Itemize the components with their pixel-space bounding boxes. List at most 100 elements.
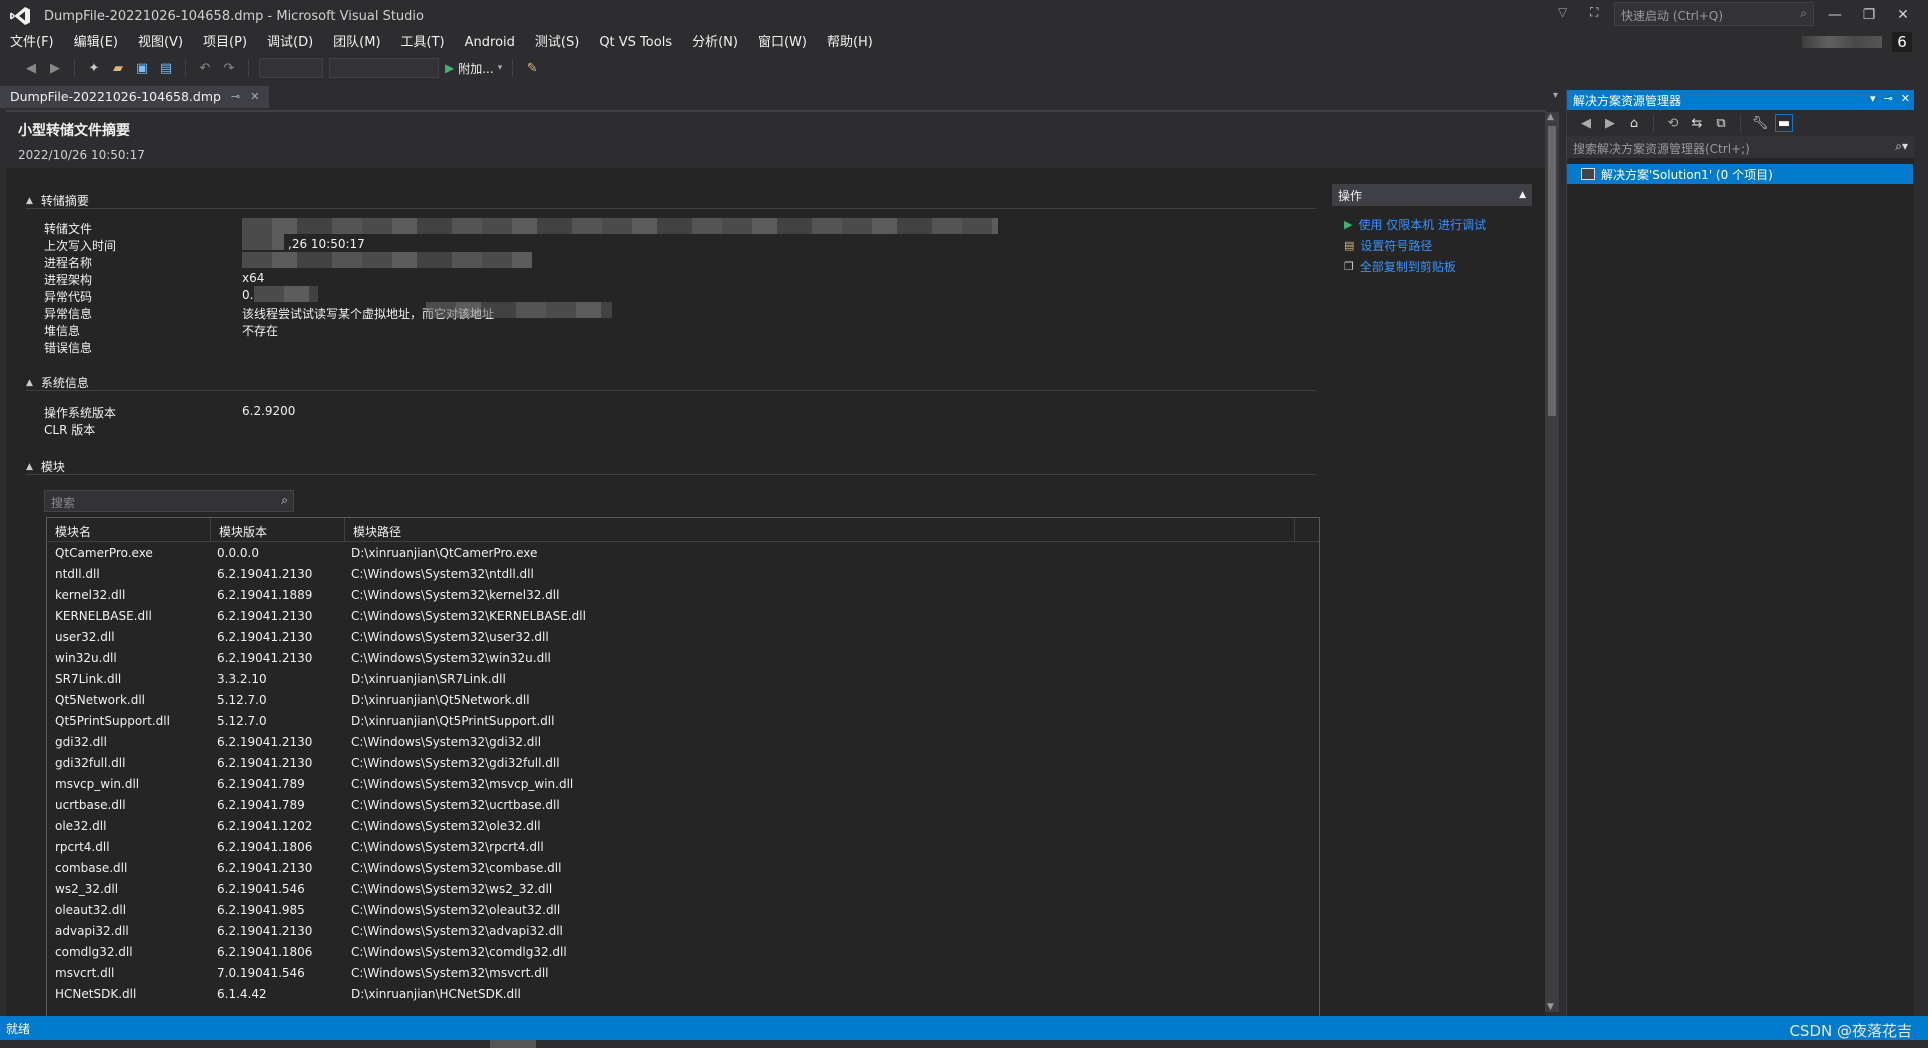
table-row[interactable]: rpcrt4.dll 6.2.19041.1806 C:\Windows\Syste…	[47, 836, 1319, 857]
cell-module-name: Qt5PrintSupport.dll	[55, 713, 170, 728]
section-dump-summary[interactable]: ▲ 转储摘要	[26, 192, 89, 209]
menu-team[interactable]: 团队(M)	[327, 32, 386, 54]
label-os-version: 操作系统版本	[44, 406, 117, 420]
solution-node[interactable]: 解决方案'Solution1' (0 个项目)	[1567, 164, 1913, 184]
pin-icon[interactable]: ⊸	[1884, 92, 1893, 105]
search-icon[interactable]: ⌕	[1800, 6, 1807, 21]
menu-tools[interactable]: 工具(T)	[395, 32, 451, 54]
configuration-combo[interactable]	[259, 58, 323, 78]
toolbar-separator	[1653, 114, 1654, 132]
table-row[interactable]: Qt5Network.dll 5.12.7.0 D:\xinruanjian\Qt5…	[47, 689, 1319, 710]
menu-android[interactable]: Android	[459, 32, 521, 54]
table-row[interactable]: KERNELBASE.dll 6.2.19041.2130 C:\Windows\S…	[47, 605, 1319, 626]
column-header-module-version[interactable]: 模块版本	[211, 518, 345, 541]
back-icon[interactable]: ◀	[1577, 114, 1595, 132]
pending-changes-filter-icon[interactable]: ⟲	[1664, 114, 1682, 132]
table-row[interactable]: msvcp_win.dll 6.2.19041.789 C:\Windows\Sys…	[47, 773, 1319, 794]
minimize-button[interactable]: —	[1818, 0, 1852, 30]
table-row[interactable]: SR7Link.dll 3.3.2.10 D:\xinruanjian\SR7Lin…	[47, 668, 1319, 689]
solution-node-label: 解决方案'Solution1' (0 个项目)	[1601, 167, 1773, 182]
search-icon[interactable]: ⌕	[281, 493, 288, 508]
section-system-info[interactable]: ▲ 系统信息	[26, 374, 89, 391]
account-name-blurred[interactable]	[1802, 36, 1882, 48]
restore-button[interactable]: ❐	[1852, 0, 1886, 30]
pin-icon[interactable]: ⊸	[231, 90, 240, 103]
scroll-up-icon[interactable]: ▲	[1547, 112, 1554, 122]
properties-wrench-icon[interactable]: 🔧︎	[1751, 114, 1769, 132]
document-scrollbar[interactable]: ▲ ▼	[1545, 112, 1559, 1012]
actions-header[interactable]: 操作 ▲	[1332, 184, 1532, 206]
redo-icon[interactable]: ↷	[220, 59, 238, 77]
scrollbar-thumb[interactable]	[1548, 126, 1556, 416]
undo-icon[interactable]: ↶	[196, 59, 214, 77]
menu-analyze[interactable]: 分析(N)	[686, 32, 744, 54]
open-file-icon[interactable]: ▰	[109, 59, 127, 77]
save-all-icon[interactable]: ▤	[157, 59, 175, 77]
menu-view[interactable]: 视图(V)	[132, 32, 189, 54]
sync-icon[interactable]: ⇆	[1688, 114, 1706, 132]
table-row[interactable]: gdi32full.dll 6.2.19041.2130 C:\Windows\Sy…	[47, 752, 1319, 773]
column-header-module-path[interactable]: 模块路径	[345, 518, 1295, 541]
quick-launch-input[interactable]: 快速启动 (Ctrl+Q) ⌕	[1614, 2, 1814, 26]
menu-project[interactable]: 项目(P)	[197, 32, 253, 54]
forward-icon[interactable]: ▶	[46, 59, 64, 77]
section-heading: 系统信息	[40, 376, 89, 390]
table-row[interactable]: gdi32.dll 6.2.19041.2130 C:\Windows\System…	[47, 731, 1319, 752]
value-exception-code: 0.	[242, 288, 254, 302]
table-row[interactable]: comdlg32.dll 6.2.19041.1806 C:\Windows\Sys…	[47, 941, 1319, 962]
close-button[interactable]: ✕	[1886, 0, 1920, 30]
menu-test[interactable]: 测试(S)	[529, 32, 585, 54]
search-icon[interactable]: ⌕▾	[1895, 139, 1908, 154]
menu-debug[interactable]: 调试(D)	[261, 32, 319, 54]
solution-explorer-search-input[interactable]: 搜索解决方案资源管理器(Ctrl+;) ⌕▾	[1567, 136, 1914, 158]
toolbar-separator	[1740, 114, 1741, 132]
table-row[interactable]: ucrtbase.dll 6.2.19041.789 C:\Windows\Syst…	[47, 794, 1319, 815]
menu-help[interactable]: 帮助(H)	[821, 32, 879, 54]
close-icon[interactable]: ✕	[250, 90, 259, 103]
menu-qt-vs-tools[interactable]: Qt VS Tools	[593, 32, 678, 54]
table-row[interactable]: ole32.dll 6.2.19041.1202 C:\Windows\System…	[47, 815, 1319, 836]
table-row[interactable]: ntdll.dll 6.2.19041.2130 C:\Windows\System…	[47, 563, 1319, 584]
set-symbol-path-link[interactable]: ▤ 设置符号路径	[1332, 235, 1532, 256]
window-position-icon[interactable]: ▾	[1870, 92, 1876, 105]
section-modules[interactable]: ▲ 模块	[26, 458, 65, 475]
module-search-input[interactable]: 搜索 ⌕	[44, 490, 294, 512]
table-row[interactable]: win32u.dll 6.2.19041.2130 C:\Windows\Syste…	[47, 647, 1319, 668]
feedback-icon[interactable]: ⛶	[1590, 5, 1598, 20]
table-row[interactable]: HCNetSDK.dll 6.1.4.42 D:\xinruanjian\HCNet…	[47, 983, 1319, 1004]
attach-button[interactable]: ▶ 附加... ▾	[445, 60, 502, 77]
tab-dumpfile[interactable]: DumpFile-20221026-104658.dmp ⊸ ✕	[0, 86, 270, 108]
back-icon[interactable]: ◀	[22, 59, 40, 77]
platform-combo[interactable]	[329, 58, 439, 78]
chevron-up-icon: ▲	[26, 195, 33, 206]
debug-native-only-link[interactable]: ▶ 使用 仅限本机 进行调试	[1332, 214, 1532, 235]
table-row[interactable]: ws2_32.dll 6.2.19041.546 C:\Windows\System…	[47, 878, 1319, 899]
home-icon[interactable]: ⌂	[1625, 114, 1643, 132]
table-row[interactable]: Qt5PrintSupport.dll 5.12.7.0 D:\xinruanjia…	[47, 710, 1319, 731]
table-row[interactable]: oleaut32.dll 6.2.19041.985 C:\Windows\Syst…	[47, 899, 1319, 920]
filter-icon[interactable]: ▽	[1558, 5, 1567, 19]
table-row[interactable]: advapi32.dll 6.2.19041.2130 C:\Windows\Sys…	[47, 920, 1319, 941]
table-row[interactable]: combase.dll 6.2.19041.2130 C:\Windows\Syst…	[47, 857, 1319, 878]
close-icon[interactable]: ✕	[1901, 92, 1910, 105]
chevron-up-icon[interactable]: ▲	[1519, 190, 1526, 200]
notification-badge[interactable]: 6	[1892, 32, 1912, 52]
forward-icon[interactable]: ▶	[1601, 114, 1619, 132]
tab-overflow-icon[interactable]: ▾	[1553, 90, 1558, 101]
table-row[interactable]: QtCamerPro.exe 0.0.0.0 D:\xinruanjian\QtCa…	[47, 542, 1319, 563]
table-row[interactable]: msvcrt.dll 7.0.19041.546 C:\Windows\System…	[47, 962, 1319, 983]
scroll-down-icon[interactable]: ▼	[1547, 1002, 1554, 1012]
menu-file[interactable]: 文件(F)	[4, 32, 60, 54]
new-project-icon[interactable]: ✦	[85, 59, 103, 77]
collapse-all-icon[interactable]: ⧉	[1712, 114, 1730, 132]
cell-module-path: C:\Windows\System32\oleaut32.dll	[351, 902, 561, 917]
copy-all-link[interactable]: ❐ 全部复制到剪贴板	[1332, 256, 1532, 277]
save-icon[interactable]: ▣	[133, 59, 151, 77]
menu-window[interactable]: 窗口(W)	[752, 32, 813, 54]
column-header-module-name[interactable]: 模块名	[47, 518, 211, 541]
preview-selected-icon[interactable]: ▬	[1775, 114, 1793, 132]
diagnostics-icon[interactable]: ✎	[523, 59, 541, 77]
table-row[interactable]: user32.dll 6.2.19041.2130 C:\Windows\Syste…	[47, 626, 1319, 647]
menu-edit[interactable]: 编辑(E)	[68, 32, 124, 54]
table-row[interactable]: kernel32.dll 6.2.19041.1889 C:\Windows\Sys…	[47, 584, 1319, 605]
